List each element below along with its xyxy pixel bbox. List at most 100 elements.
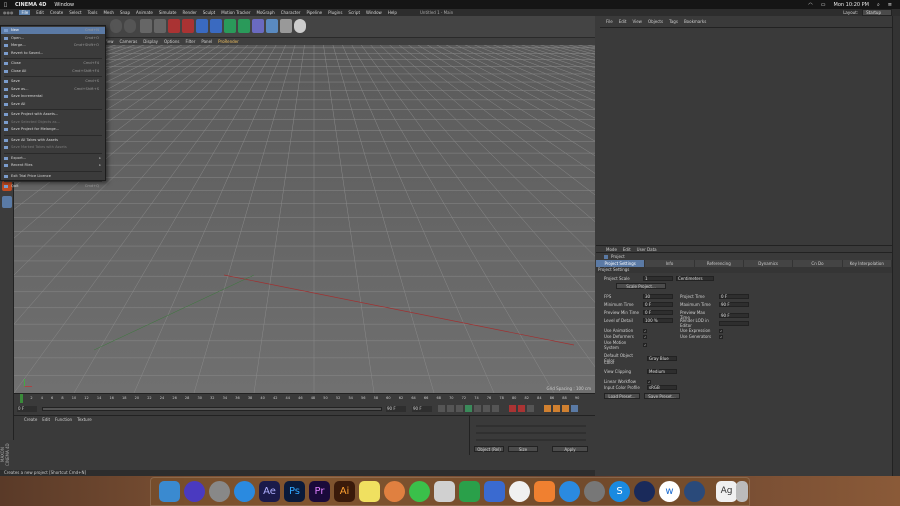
numbers-icon[interactable] [459, 481, 480, 502]
cube-icon[interactable] [210, 19, 222, 33]
input-color-dropdown[interactable]: sRGB [647, 385, 677, 390]
checkbox[interactable]: ✓ [719, 334, 723, 339]
battery-icon[interactable]: ▭ [821, 2, 826, 8]
checkbox[interactable]: ✓ [643, 343, 647, 347]
end-frame-field[interactable]: 90 F [386, 406, 406, 412]
mac-app-name[interactable]: CINEMA 4D [15, 2, 46, 8]
linear-workflow-checkbox[interactable]: ✓ [647, 379, 651, 384]
keyframe-selection-icon[interactable] [527, 405, 534, 412]
clock[interactable]: Mon 10:20 PM [834, 2, 869, 8]
tab-referencing[interactable]: Referencing [694, 260, 744, 267]
view-clipping-dropdown[interactable]: Medium [647, 369, 677, 374]
default-color-dropdown[interactable]: Gray Blue [647, 355, 677, 361]
menu-mograph[interactable]: MoGraph [257, 10, 275, 15]
menu-help[interactable]: Help [388, 10, 397, 15]
object-menu-view[interactable]: View [632, 19, 642, 24]
attribute-menu-edit[interactable]: Edit [623, 247, 631, 252]
tab-project-settings[interactable]: Project Settings [596, 260, 646, 267]
checkbox[interactable]: ✓ [719, 328, 723, 333]
menu-window[interactable]: Window [366, 10, 382, 15]
system-preferences-icon[interactable] [584, 481, 605, 502]
layout-dropdown[interactable]: Startup [862, 9, 892, 16]
apple-icon[interactable]:  [4, 2, 7, 8]
play-icon[interactable] [465, 405, 472, 412]
photos-icon[interactable] [384, 481, 405, 502]
wifi-icon[interactable]: ◠ [808, 2, 812, 8]
load-preset-button[interactable]: Load Preset... [604, 393, 640, 399]
viewport-menu-cameras[interactable]: Cameras [120, 39, 138, 44]
finder-icon[interactable] [159, 481, 180, 502]
after-effects-icon[interactable]: Ae [259, 481, 280, 502]
subdivision-icon[interactable] [238, 19, 250, 33]
project-scale-unit[interactable]: Centimeters [676, 276, 714, 281]
coord-mode-dropdown[interactable]: Object (Rel) [474, 446, 504, 452]
safari-icon[interactable] [234, 481, 255, 502]
menu-animate[interactable]: Animate [136, 10, 153, 15]
field-value[interactable]: 30 [643, 294, 673, 299]
file-menu-item[interactable]: Save All [1, 101, 105, 108]
menu-snap[interactable]: Snap [120, 10, 130, 15]
premiere-icon[interactable]: Pr [309, 481, 330, 502]
material-menu-create[interactable]: Create [24, 417, 37, 422]
trash-icon[interactable] [736, 481, 748, 502]
array-icon[interactable] [252, 19, 264, 33]
lock-axis-icon[interactable] [140, 19, 152, 33]
start-frame-field[interactable]: 0 F [17, 406, 37, 412]
menu-motion-tracker[interactable]: Motion Tracker [221, 10, 250, 15]
file-menu-item[interactable]: Save Project for Melange... [1, 126, 105, 133]
file-menu-item[interactable]: Save Incremental [1, 93, 105, 100]
field-value[interactable]: 0 F [719, 294, 749, 299]
menu-list-icon[interactable]: ≡ [888, 2, 892, 8]
object-menu-file[interactable]: File [606, 19, 613, 24]
mac-menu-window[interactable]: Window [54, 2, 74, 8]
apply-button[interactable]: Apply [552, 446, 588, 452]
file-menu-item[interactable]: Save Cmd+S [1, 78, 105, 85]
deformer-icon[interactable] [266, 19, 278, 33]
light-icon[interactable] [294, 19, 306, 33]
go-start-icon[interactable] [438, 405, 445, 412]
menu-script[interactable]: Script [348, 10, 360, 15]
menu-edit[interactable]: Edit [36, 10, 44, 15]
field-value[interactable] [719, 320, 749, 326]
photoshop-icon[interactable]: Ps [284, 481, 305, 502]
material-menu-edit[interactable]: Edit [42, 417, 50, 422]
redo-icon[interactable] [124, 19, 136, 33]
scale-project-button[interactable]: Scale Project... [616, 283, 666, 289]
object-menu-edit[interactable]: Edit [619, 19, 627, 24]
search-icon[interactable]: ⌕ [877, 2, 880, 8]
tab-cn-do[interactable]: Cn Do [793, 260, 843, 267]
tab-dynamics[interactable]: Dynamics [743, 260, 794, 267]
file-menu-item[interactable]: Export... ▸ [1, 155, 105, 162]
menu-plugins[interactable]: Plugins [328, 10, 342, 15]
render-settings-icon[interactable] [196, 19, 208, 33]
launchpad-icon[interactable] [209, 481, 230, 502]
file-menu-item[interactable]: Revert to Saved... [1, 50, 105, 57]
attribute-menu-user-data[interactable]: User Data [637, 247, 657, 252]
object-menu-tags[interactable]: Tags [669, 19, 678, 24]
tab-info[interactable]: Info [645, 260, 695, 267]
go-end-icon[interactable] [492, 405, 499, 412]
material-menu-function[interactable]: Function [55, 417, 72, 422]
snap-icon[interactable] [2, 196, 12, 208]
undo-icon[interactable] [110, 19, 122, 33]
file-menu-item[interactable]: Recent Files ▸ [1, 162, 105, 169]
field-value[interactable]: 90 F [719, 312, 749, 318]
file-menu-item[interactable]: Close All Cmd+Shift+F4 [1, 68, 105, 75]
file-menu-item[interactable]: Save Project with Assets... [1, 111, 105, 118]
cinema4d-icon[interactable] [634, 481, 655, 502]
preview-icon[interactable] [434, 481, 455, 502]
field-value[interactable]: 90 F [719, 302, 749, 307]
world-coordinate-icon[interactable] [154, 19, 166, 33]
menu-render[interactable]: Render [183, 10, 197, 15]
menu-simulate[interactable]: Simulate [159, 10, 177, 15]
field-value[interactable]: 0 F [643, 310, 673, 315]
font-book-icon[interactable]: Ag [716, 481, 737, 502]
notes-icon[interactable] [359, 481, 380, 502]
timeline-ruler[interactable]: 0246810121416182022242628303234363840424… [14, 393, 595, 403]
next-key-icon[interactable] [483, 405, 490, 412]
viewport-menu-options[interactable]: Options [164, 39, 179, 44]
save-preset-button[interactable]: Save Preset... [644, 393, 680, 399]
web-app-icon[interactable]: w [659, 481, 680, 502]
param-key-icon[interactable] [571, 405, 578, 412]
file-menu-item[interactable]: Merge... Cmd+Shift+O [1, 42, 105, 49]
